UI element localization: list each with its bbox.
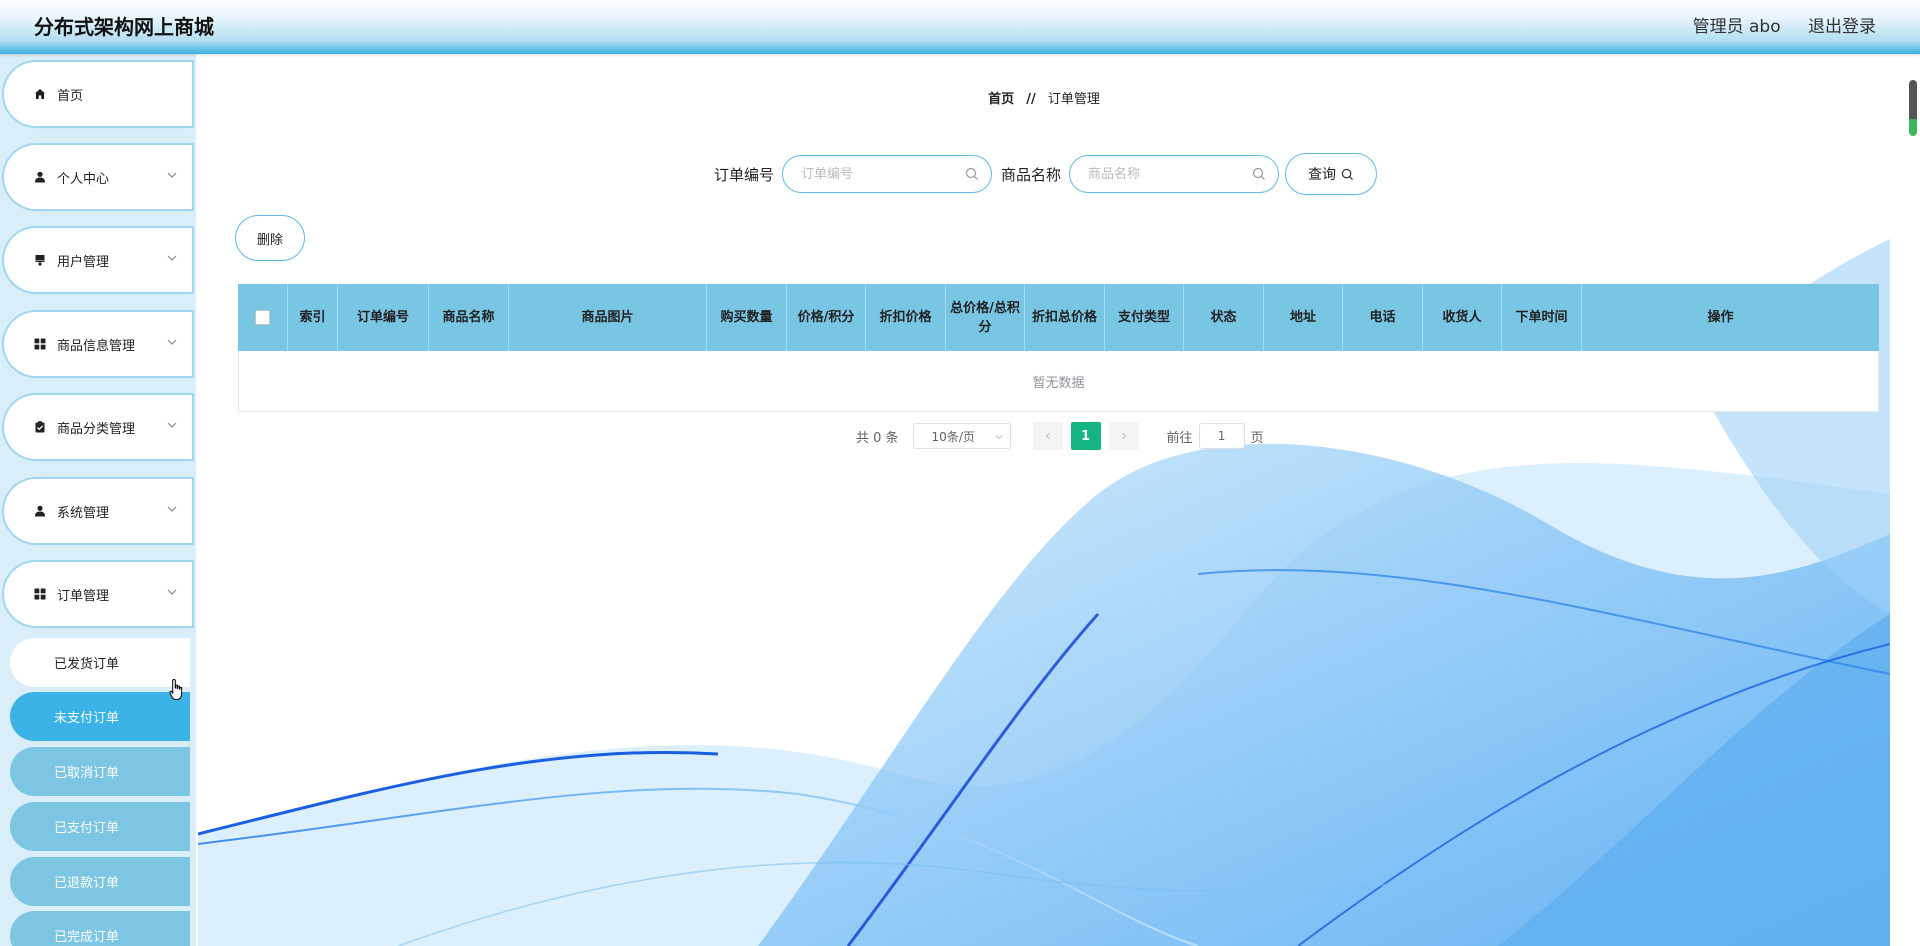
submenu-completed-orders[interactable]: 已完成订单 (10, 911, 190, 946)
sidebar-item-label: 商品信息管理 (57, 338, 136, 354)
header-user-area: 管理员 abo 退出登录 (1671, 12, 1876, 37)
chevron-right-icon (1121, 432, 1126, 440)
main-content: 首页 // 订单管理 订单编号 商品名称 查询 删除 索引 订单编号 商品名称 (198, 54, 1890, 946)
column-header[interactable]: 支付类型 (1105, 284, 1184, 351)
sidebar-item-label: 系统管理 (57, 505, 110, 521)
column-header[interactable]: 购买数量 (707, 284, 787, 351)
sidebar-item-label: 首页 (57, 88, 84, 104)
column-header[interactable]: 订单编号 (338, 284, 429, 351)
chevron-down-icon (167, 255, 177, 261)
chevron-down-icon (995, 435, 1002, 440)
sidebar-item-product-info[interactable]: 商品信息管理 (6, 314, 190, 374)
column-header[interactable]: 下单时间 (1502, 284, 1582, 351)
pagination: 共 0 条 10条/页 1 前往 页 (856, 422, 1264, 450)
breadcrumb: 首页 // 订单管理 (198, 88, 1890, 107)
breadcrumb-home[interactable]: 首页 (988, 92, 1014, 107)
table-header: 索引 订单编号 商品名称 商品图片 购买数量 价格/积分 折扣价格 总价格/总积… (238, 284, 1879, 351)
hand-cursor-icon (169, 678, 183, 700)
sidebar-item-personal-center[interactable]: 个人中心 (6, 147, 190, 207)
submenu-unpaid-orders[interactable]: 未支付订单 (10, 692, 190, 741)
search-icon (1252, 167, 1265, 180)
current-user-label: 管理员 abo (1692, 17, 1781, 37)
chevron-down-icon (167, 506, 177, 512)
submenu-refunded-orders[interactable]: 已退款订单 (10, 857, 190, 906)
chevron-left-icon (1045, 432, 1050, 440)
column-header[interactable]: 地址 (1264, 284, 1343, 351)
grid-icon (33, 337, 47, 351)
goto-label: 前往 (1166, 430, 1193, 446)
column-header[interactable]: 总价格/总积分 (946, 284, 1025, 351)
prev-page-button[interactable] (1032, 422, 1063, 450)
order-no-input[interactable] (799, 165, 964, 183)
clipboard-check-icon (33, 420, 47, 434)
delete-button[interactable]: 删除 (238, 218, 302, 258)
search-icon (1341, 168, 1354, 180)
column-header[interactable]: 收货人 (1423, 284, 1502, 351)
page-size-value: 10条/页 (931, 429, 975, 444)
goto-page-input[interactable] (1198, 423, 1245, 449)
pagination-total: 共 0 条 (856, 430, 899, 446)
column-header[interactable]: 商品图片 (509, 284, 707, 351)
chevron-down-icon (167, 422, 177, 428)
product-name-field[interactable] (1072, 158, 1277, 190)
sidebar-item-product-category[interactable]: 商品分类管理 (6, 397, 190, 457)
sidebar-item-label: 商品分类管理 (57, 421, 136, 437)
app-title: 分布式架构网上商城 (34, 15, 214, 39)
scrollbar-thumb[interactable] (1909, 80, 1917, 136)
table-empty-state: 暂无数据 (238, 351, 1879, 412)
page-scrollbar[interactable] (1906, 54, 1920, 946)
grid-icon (33, 587, 47, 601)
sidebar: 首页 个人中心 用户管理 商品信息管理 商品分类管理 系统管理 订单管理 已发货… (0, 54, 196, 946)
chevron-down-icon (167, 589, 177, 595)
search-icon (965, 167, 978, 180)
submenu-cancelled-orders[interactable]: 已取消订单 (10, 747, 190, 796)
next-page-button[interactable] (1108, 422, 1139, 450)
sidebar-item-order-management[interactable]: 订单管理 (6, 564, 190, 624)
person-icon (33, 170, 47, 184)
column-header[interactable]: 状态 (1184, 284, 1264, 351)
submenu-shipped-orders[interactable]: 已发货订单 (10, 638, 190, 687)
select-all-checkbox[interactable] (255, 310, 270, 325)
search-form: 订单编号 商品名称 查询 (714, 154, 1375, 194)
product-name-input[interactable] (1086, 165, 1251, 183)
home-icon (33, 87, 47, 101)
page-jumper: 前往 页 (1167, 423, 1264, 449)
order-no-label: 订单编号 (714, 165, 775, 184)
page-number-current[interactable]: 1 (1070, 422, 1101, 450)
breadcrumb-separator: // (1026, 92, 1036, 107)
chevron-down-icon (167, 172, 177, 178)
person-icon (33, 504, 47, 518)
query-button[interactable]: 查询 (1288, 156, 1375, 192)
sidebar-item-user-management[interactable]: 用户管理 (6, 230, 190, 290)
order-no-field[interactable] (785, 158, 990, 190)
select-all-cell (238, 284, 288, 351)
page-suffix-label: 页 (1250, 430, 1264, 446)
sidebar-item-home[interactable]: 首页 (6, 64, 190, 124)
chevron-down-icon (167, 339, 177, 345)
column-header: 操作 (1707, 310, 1734, 325)
page-size-select[interactable]: 10条/页 (912, 423, 1011, 449)
column-header[interactable]: 商品名称 (429, 284, 509, 351)
sidebar-item-label: 订单管理 (57, 588, 110, 604)
breadcrumb-current: 订单管理 (1047, 92, 1100, 107)
sidebar-item-label: 用户管理 (57, 254, 110, 270)
column-header[interactable]: 折扣总价格 (1025, 284, 1105, 351)
logout-link[interactable]: 退出登录 (1808, 17, 1876, 37)
top-header: 分布式架构网上商城 管理员 abo 退出登录 (0, 0, 1920, 54)
sidebar-item-system-management[interactable]: 系统管理 (6, 481, 190, 541)
user-manage-icon (33, 253, 47, 267)
column-header[interactable]: 索引 (288, 284, 338, 351)
orders-table: 索引 订单编号 商品名称 商品图片 购买数量 价格/积分 折扣价格 总价格/总积… (238, 284, 1879, 412)
product-name-label: 商品名称 (1001, 165, 1062, 184)
column-header[interactable]: 价格/积分 (787, 284, 866, 351)
submenu-paid-orders[interactable]: 已支付订单 (10, 802, 190, 851)
column-header[interactable]: 电话 (1343, 284, 1423, 351)
column-header[interactable]: 折扣价格 (866, 284, 946, 351)
sidebar-item-label: 个人中心 (57, 171, 110, 187)
query-button-label: 查询 (1308, 167, 1337, 183)
